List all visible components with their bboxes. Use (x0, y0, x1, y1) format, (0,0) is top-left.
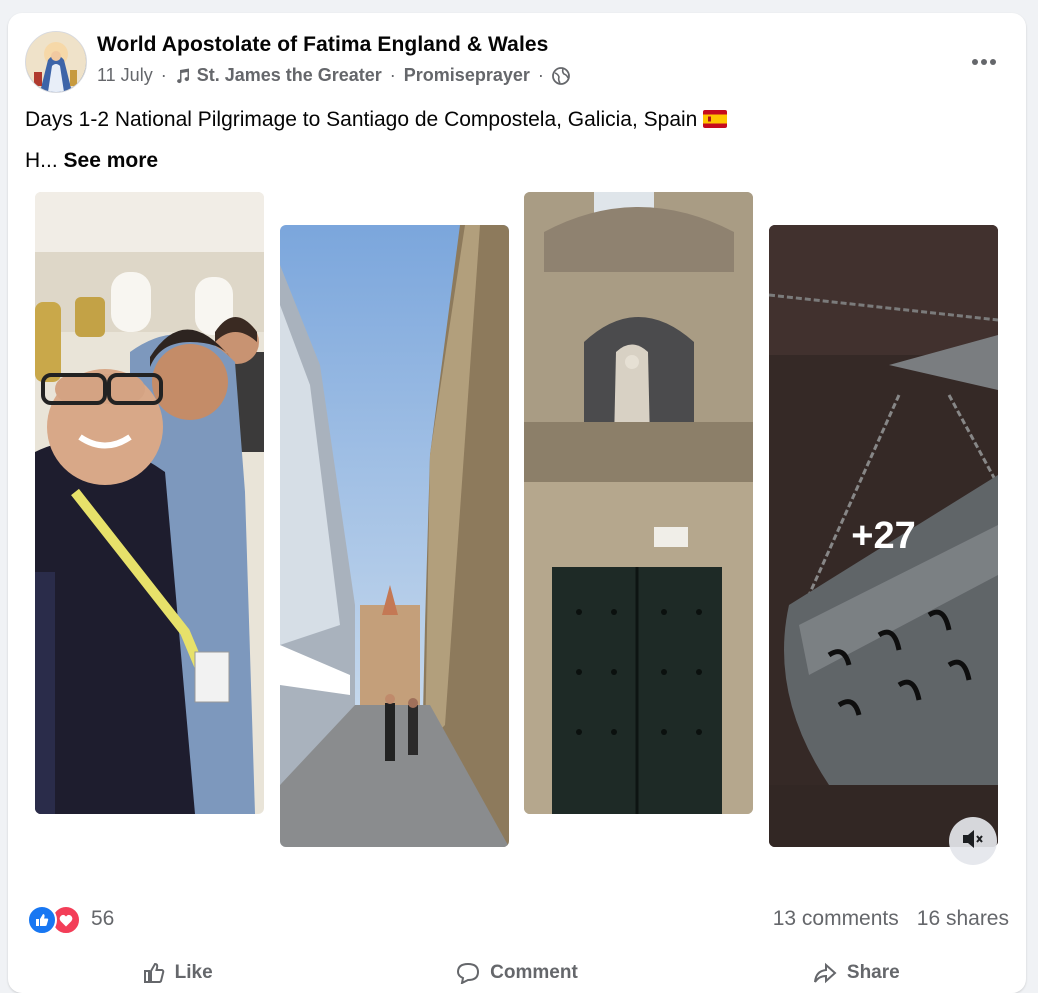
comment-label: Comment (490, 962, 578, 983)
like-label: Like (174, 962, 213, 983)
post-text-line1: Days 1-2 National Pilgrimage to Santiago… (25, 108, 698, 131)
meta-separator: · (537, 65, 544, 85)
photo-botafumeiro[interactable]: +27 (769, 225, 998, 847)
globe-icon[interactable] (551, 66, 570, 85)
reaction-count: 56 (91, 907, 115, 930)
comment-icon (456, 962, 480, 984)
reaction-icons (27, 905, 81, 935)
meta-separator: · (160, 65, 167, 85)
mute-button[interactable] (949, 817, 997, 865)
photo-airplane-selfie[interactable] (35, 192, 264, 814)
like-button[interactable]: Like (8, 953, 347, 993)
more-options-button[interactable] (962, 39, 1006, 79)
share-button[interactable]: Share (687, 953, 1026, 993)
share-icon (813, 962, 837, 984)
more-photos-count: +27 (769, 225, 998, 847)
photo-facade[interactable] (524, 192, 753, 814)
music-artist-link[interactable]: Promiseprayer (404, 65, 530, 86)
post-meta: 11 July · St. James the Greater · Promis… (97, 65, 570, 86)
post-text-line2: H... (25, 149, 58, 172)
more-options-icon (971, 46, 997, 72)
comment-button[interactable]: Comment (347, 953, 686, 993)
share-label: Share (846, 962, 900, 983)
see-more-link[interactable]: See more (64, 149, 159, 172)
like-icon (143, 962, 165, 984)
shares-count-link[interactable]: 16 shares (917, 907, 1009, 931)
comments-count-link[interactable]: 13 comments (773, 907, 899, 931)
photo-street[interactable] (280, 225, 509, 847)
music-note-icon (175, 68, 191, 84)
post-action-bar: Like Comment Share (8, 953, 1026, 993)
meta-separator: · (389, 65, 396, 85)
mute-icon (961, 828, 985, 855)
post-date-link[interactable]: 11 July (97, 65, 153, 86)
reaction-summary[interactable]: 56 (27, 905, 115, 935)
page-name-link[interactable]: World Apostolate of Fatima England & Wal… (97, 33, 548, 57)
post-card: World Apostolate of Fatima England & Wal… (8, 13, 1026, 993)
spain-flag-icon (703, 110, 728, 128)
post-text: Days 1-2 National Pilgrimage to Santiago… (25, 105, 728, 135)
music-track-link[interactable]: St. James the Greater (197, 65, 382, 86)
page-avatar[interactable] (25, 31, 87, 93)
like-reaction-icon (27, 905, 57, 935)
engagement-stats: 13 comments 16 shares (773, 907, 1009, 931)
post-text-truncated: H... See more (25, 146, 158, 176)
